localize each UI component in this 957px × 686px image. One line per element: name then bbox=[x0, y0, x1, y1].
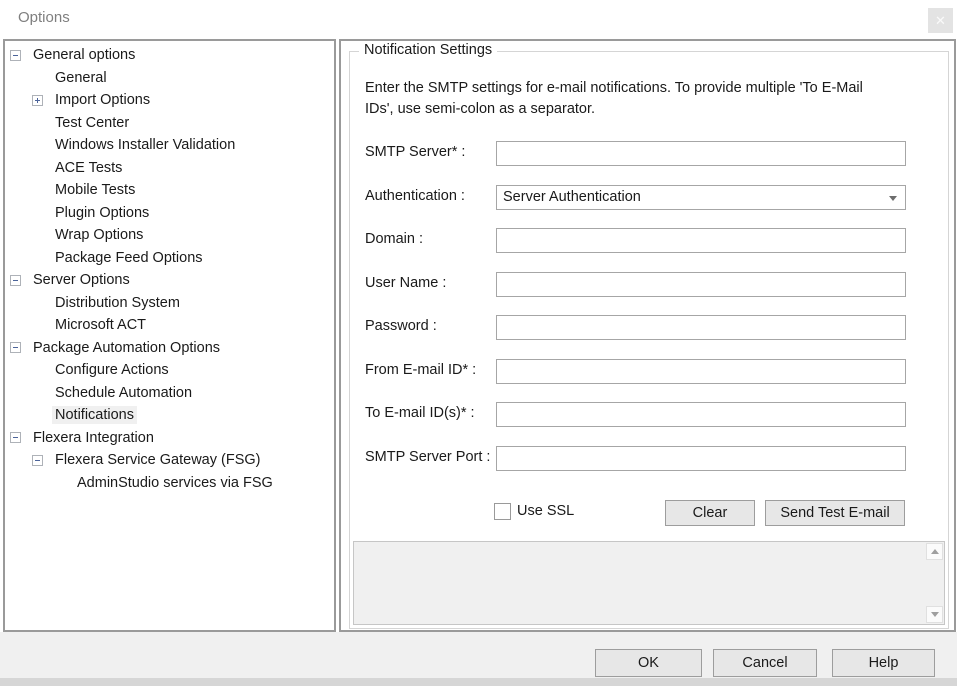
tree-item-import-options[interactable]: Import Options bbox=[5, 89, 334, 112]
password-input[interactable] bbox=[496, 315, 906, 340]
user-name-label: User Name : bbox=[365, 272, 496, 291]
clear-button[interactable]: Clear bbox=[665, 500, 755, 526]
tree-item-general[interactable]: General bbox=[5, 67, 334, 90]
bottom-strip bbox=[0, 678, 957, 686]
field-row-from-email-id: From E-mail ID* : bbox=[365, 359, 933, 384]
tree-item-label: General bbox=[52, 69, 110, 87]
from-email-id-input[interactable] bbox=[496, 359, 906, 384]
smtp-server-port-input[interactable] bbox=[496, 446, 906, 471]
send-test-email-button[interactable]: Send Test E-mail bbox=[765, 500, 905, 526]
tree-item-label: AdminStudio services via FSG bbox=[74, 474, 276, 492]
authentication-selected-value: Server Authentication bbox=[503, 189, 641, 205]
tree-item-label: Distribution System bbox=[52, 294, 183, 312]
tree-item-label: Notifications bbox=[52, 406, 137, 424]
tree-item-server-options[interactable]: Server Options bbox=[5, 269, 334, 292]
status-message-box[interactable] bbox=[353, 541, 945, 625]
authentication-select[interactable]: Server Authentication bbox=[496, 185, 906, 210]
tree-item-label: Flexera Integration bbox=[30, 429, 157, 447]
to-email-ids-label: To E-mail ID(s)* : bbox=[365, 402, 496, 421]
close-icon: ✕ bbox=[935, 13, 946, 29]
tree-item-wrap-options[interactable]: Wrap Options bbox=[5, 224, 334, 247]
authentication-label: Authentication : bbox=[365, 185, 496, 204]
tree-item-flexera-service-gateway-fsg[interactable]: Flexera Service Gateway (FSG) bbox=[5, 449, 334, 472]
tree-item-label: Plugin Options bbox=[52, 204, 152, 222]
scroll-up-icon bbox=[931, 549, 939, 554]
cancel-button[interactable]: Cancel bbox=[713, 649, 817, 677]
tree-item-label: Import Options bbox=[52, 91, 153, 109]
tree-item-notifications[interactable]: Notifications bbox=[5, 404, 334, 427]
tree-item-label: Wrap Options bbox=[52, 226, 146, 244]
field-row-domain: Domain : bbox=[365, 228, 933, 253]
tree-item-label: Test Center bbox=[52, 114, 132, 132]
tree-item-label: Schedule Automation bbox=[52, 384, 195, 402]
window-title: Options bbox=[18, 9, 70, 26]
tree-item-schedule-automation[interactable]: Schedule Automation bbox=[5, 382, 334, 405]
tree-item-label: Package Automation Options bbox=[30, 339, 223, 357]
help-button[interactable]: Help bbox=[832, 649, 935, 677]
tree-item-distribution-system[interactable]: Distribution System bbox=[5, 292, 334, 315]
tree-item-label: Configure Actions bbox=[52, 361, 172, 379]
tree-item-windows-installer-validation[interactable]: Windows Installer Validation bbox=[5, 134, 334, 157]
groupbox-legend: Notification Settings bbox=[359, 42, 497, 58]
collapse-icon[interactable] bbox=[10, 342, 21, 353]
field-row-to-email-ids: To E-mail ID(s)* : bbox=[365, 402, 933, 427]
tree-item-label: Mobile Tests bbox=[52, 181, 138, 199]
tree-item-label: Package Feed Options bbox=[52, 249, 206, 267]
field-row-smtp-server: SMTP Server* : bbox=[365, 141, 933, 166]
tree-item-flexera-integration[interactable]: Flexera Integration bbox=[5, 427, 334, 450]
smtp-fields: SMTP Server* : Authentication : Server Aut… bbox=[365, 141, 933, 471]
scroll-down-button[interactable] bbox=[926, 606, 943, 623]
notification-settings-panel: Notification Settings Enter the SMTP set… bbox=[339, 39, 956, 632]
scroll-down-icon bbox=[931, 612, 939, 617]
tree-item-plugin-options[interactable]: Plugin Options bbox=[5, 202, 334, 225]
tree-item-microsoft-act[interactable]: Microsoft ACT bbox=[5, 314, 334, 337]
scroll-up-button[interactable] bbox=[926, 543, 943, 560]
tree-item-package-automation-options[interactable]: Package Automation Options bbox=[5, 337, 334, 360]
collapse-icon[interactable] bbox=[10, 50, 21, 61]
smtp-server-input[interactable] bbox=[496, 141, 906, 166]
use-ssl-checkbox[interactable] bbox=[494, 503, 511, 520]
collapse-icon[interactable] bbox=[32, 455, 43, 466]
chevron-down-icon bbox=[889, 196, 897, 201]
ok-button[interactable]: OK bbox=[595, 649, 702, 677]
domain-input[interactable] bbox=[496, 228, 906, 253]
tree-item-label: Flexera Service Gateway (FSG) bbox=[52, 451, 263, 469]
close-button[interactable]: ✕ bbox=[928, 8, 953, 33]
status-message-text bbox=[358, 544, 922, 622]
tree-item-label: ACE Tests bbox=[52, 159, 125, 177]
collapse-icon[interactable] bbox=[10, 275, 21, 286]
tree-item-ace-tests[interactable]: ACE Tests bbox=[5, 157, 334, 180]
dialog-footer: OK Cancel Help bbox=[0, 632, 957, 678]
domain-label: Domain : bbox=[365, 228, 496, 247]
to-email-ids-input[interactable] bbox=[496, 402, 906, 427]
tree-item-mobile-tests[interactable]: Mobile Tests bbox=[5, 179, 334, 202]
tree-item-label: General options bbox=[30, 46, 138, 64]
smtp-description: Enter the SMTP settings for e-mail notif… bbox=[365, 78, 933, 120]
expand-icon[interactable] bbox=[32, 95, 43, 106]
ssl-actions-row: Use SSL Clear Send Test E-mail bbox=[365, 500, 933, 526]
use-ssl-label: Use SSL bbox=[517, 503, 574, 519]
tree-item-test-center[interactable]: Test Center bbox=[5, 112, 334, 135]
options-tree: General options General Import Options Test… bbox=[3, 39, 336, 632]
tree-item-label: Server Options bbox=[30, 271, 133, 289]
tree-item-label: Windows Installer Validation bbox=[52, 136, 238, 154]
field-row-authentication: Authentication : Server Authentication bbox=[365, 185, 933, 210]
status-scrollbar[interactable] bbox=[926, 543, 943, 623]
field-row-password: Password : bbox=[365, 315, 933, 340]
smtp-server-label: SMTP Server* : bbox=[365, 141, 496, 160]
titlebar: Options ✕ bbox=[0, 0, 957, 39]
tree-item-configure-actions[interactable]: Configure Actions bbox=[5, 359, 334, 382]
field-row-smtp-server-port: SMTP Server Port : bbox=[365, 446, 933, 471]
from-email-id-label: From E-mail ID* : bbox=[365, 359, 496, 378]
tree-item-adminstudio-services-via-fsg[interactable]: AdminStudio services via FSG bbox=[5, 472, 334, 495]
tree-item-package-feed-options[interactable]: Package Feed Options bbox=[5, 247, 334, 270]
tree-item-general-options[interactable]: General options bbox=[5, 44, 334, 67]
field-row-user-name: User Name : bbox=[365, 272, 933, 297]
collapse-icon[interactable] bbox=[10, 432, 21, 443]
smtp-server-port-label: SMTP Server Port : bbox=[365, 446, 496, 465]
tree-item-label: Microsoft ACT bbox=[52, 316, 149, 334]
notification-settings-groupbox: Notification Settings Enter the SMTP set… bbox=[349, 51, 949, 629]
password-label: Password : bbox=[365, 315, 496, 334]
user-name-input[interactable] bbox=[496, 272, 906, 297]
